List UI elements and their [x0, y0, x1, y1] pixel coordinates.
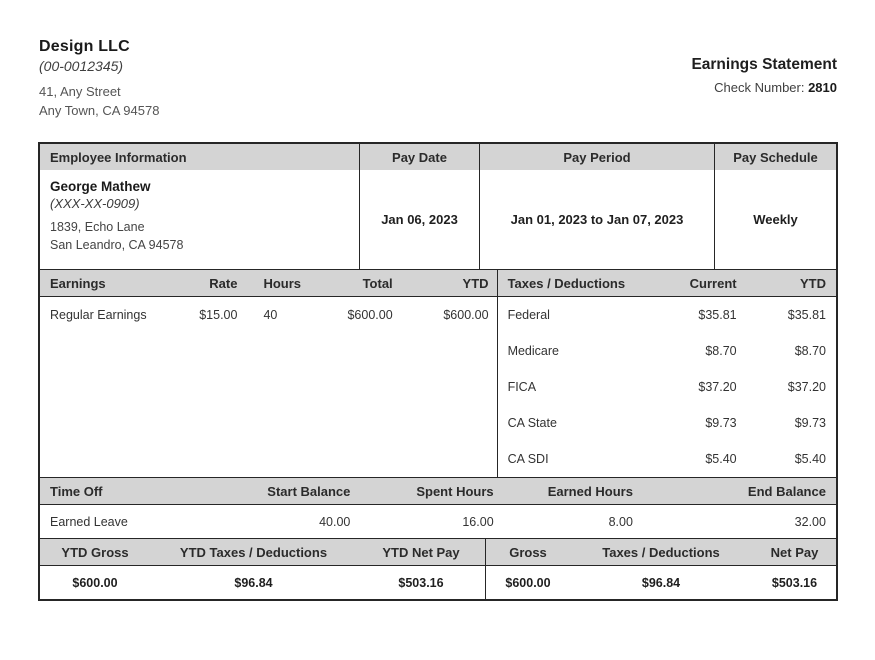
- tax-row: Medicare $8.70 $8.70: [498, 333, 836, 369]
- pay-schedule-value: Weekly: [714, 170, 836, 269]
- current-col-header: Current: [650, 276, 745, 291]
- earnings-row-ytd: $600.00: [401, 308, 497, 322]
- tax-row-ytd: $8.70: [745, 344, 836, 358]
- company-address-line1: 41, Any Street: [39, 83, 159, 102]
- earnings-row-name: Regular Earnings: [40, 308, 154, 322]
- earnings-taxes-section: Earnings Rate Hours Total YTD Regular Ea…: [40, 269, 836, 477]
- company-ein: (00-0012345): [39, 58, 159, 74]
- end-balance-col-header: End Balance: [641, 484, 836, 499]
- timeoff-col-header: Time Off: [40, 484, 199, 499]
- earnings-row-rate: $15.00: [154, 308, 245, 322]
- pay-period-header: Pay Period: [479, 144, 714, 170]
- summary-values-row: $600.00 $96.84 $503.16 $600.00 $96.84 $5…: [40, 565, 836, 599]
- company-name: Design LLC: [39, 38, 159, 56]
- taxes-deductions-value: $96.84: [570, 576, 752, 590]
- summary-header-row: YTD Gross YTD Taxes / Deductions YTD Net…: [40, 538, 836, 565]
- check-number-value: 2810: [808, 80, 837, 95]
- taxes-deductions-header: Taxes / Deductions: [570, 545, 752, 560]
- earnings-col-header: Earnings: [40, 276, 154, 291]
- employee-address: 1839, Echo Lane San Leandro, CA 94578: [50, 219, 183, 254]
- timeoff-row-earned: 8.00: [502, 515, 641, 529]
- tax-row-name: Medicare: [498, 344, 650, 358]
- earned-hours-col-header: Earned Hours: [502, 484, 641, 499]
- tax-row: CA SDI $5.40 $5.40: [498, 441, 836, 477]
- tax-row: Federal $35.81 $35.81: [498, 297, 836, 333]
- check-number-line: Check Number: 2810: [691, 80, 837, 95]
- tax-row-name: CA State: [498, 416, 650, 430]
- tax-row-ytd: $5.40: [745, 452, 836, 466]
- tax-row: CA State $9.73 $9.73: [498, 405, 836, 441]
- rate-col-header: Rate: [154, 276, 245, 291]
- tax-row-name: FICA: [498, 380, 650, 394]
- tax-row: FICA $37.20 $37.20: [498, 369, 836, 405]
- earnings-row-total: $600.00: [323, 308, 401, 322]
- statement-title: Earnings Statement: [691, 56, 837, 74]
- ytd-gross-header: YTD Gross: [40, 545, 150, 560]
- earnings-row-hours: 40: [245, 308, 323, 322]
- employee-address-line2: San Leandro, CA 94578: [50, 237, 183, 255]
- employee-ssn: (XXX-XX-0909): [50, 196, 140, 211]
- tax-row-current: $5.40: [650, 452, 745, 466]
- pay-date-value: Jan 06, 2023: [359, 170, 479, 269]
- start-balance-col-header: Start Balance: [199, 484, 358, 499]
- check-number-label: Check Number:: [714, 80, 808, 95]
- timeoff-row-name: Earned Leave: [40, 515, 199, 529]
- employee-information-header: Employee Information: [40, 144, 359, 170]
- timeoff-row-start: 40.00: [199, 515, 358, 529]
- pay-period-value: Jan 01, 2023 to Jan 07, 2023: [479, 170, 714, 269]
- earnings-pane: Earnings Rate Hours Total YTD Regular Ea…: [40, 270, 497, 477]
- earnings-header-row: Earnings Rate Hours Total YTD: [40, 270, 497, 297]
- ytd-taxes-header: YTD Taxes / Deductions: [150, 545, 357, 560]
- earnings-ytd-col-header: YTD: [401, 276, 497, 291]
- paystub-table: Employee Information Pay Date Pay Period…: [38, 142, 838, 601]
- netpay-header: Net Pay: [752, 545, 837, 560]
- tax-row-current: $8.70: [650, 344, 745, 358]
- gross-header: Gross: [485, 539, 570, 565]
- tax-row-current: $37.20: [650, 380, 745, 394]
- earnings-row: Regular Earnings $15.00 40 $600.00 $600.…: [40, 297, 497, 333]
- pay-date-header: Pay Date: [359, 144, 479, 170]
- ytd-gross-value: $600.00: [40, 576, 150, 590]
- tax-row-ytd: $9.73: [745, 416, 836, 430]
- info-body-row: George Mathew (XXX-XX-0909) 1839, Echo L…: [40, 170, 836, 269]
- taxes-col-header: Taxes / Deductions: [498, 276, 650, 291]
- tax-row-current: $9.73: [650, 416, 745, 430]
- company-block: Design LLC (00-0012345) 41, Any Street A…: [39, 38, 159, 121]
- gross-value: $600.00: [485, 566, 570, 599]
- tax-row-current: $35.81: [650, 308, 745, 322]
- earnings-body: Regular Earnings $15.00 40 $600.00 $600.…: [40, 297, 497, 477]
- timeoff-row-spent: 16.00: [358, 515, 501, 529]
- info-header-row: Employee Information Pay Date Pay Period…: [40, 144, 836, 170]
- taxes-ytd-col-header: YTD: [745, 276, 836, 291]
- timeoff-row-end: 32.00: [641, 515, 836, 529]
- tax-row-name: CA SDI: [498, 452, 650, 466]
- ytd-netpay-value: $503.16: [357, 576, 485, 590]
- employee-address-line1: 1839, Echo Lane: [50, 219, 183, 237]
- company-address-line2: Any Town, CA 94578: [39, 102, 159, 121]
- hours-col-header: Hours: [245, 276, 323, 291]
- timeoff-header-row: Time Off Start Balance Spent Hours Earne…: [40, 477, 836, 504]
- company-address: 41, Any Street Any Town, CA 94578: [39, 83, 159, 121]
- ytd-taxes-value: $96.84: [150, 576, 357, 590]
- employee-name: George Mathew: [50, 179, 151, 194]
- statement-block: Earnings Statement Check Number: 2810: [691, 56, 837, 95]
- tax-row-ytd: $37.20: [745, 380, 836, 394]
- employee-details: George Mathew (XXX-XX-0909) 1839, Echo L…: [40, 170, 359, 269]
- earnings-statement-page: { "theme": { "header_gray": "#d4d4d4", "…: [0, 0, 875, 660]
- total-col-header: Total: [323, 276, 401, 291]
- pay-schedule-header: Pay Schedule: [714, 144, 836, 170]
- taxes-pane: Taxes / Deductions Current YTD Federal $…: [497, 270, 836, 477]
- tax-row-name: Federal: [498, 308, 650, 322]
- spent-hours-col-header: Spent Hours: [358, 484, 501, 499]
- timeoff-row: Earned Leave 40.00 16.00 8.00 32.00: [40, 504, 836, 538]
- ytd-netpay-header: YTD Net Pay: [357, 545, 485, 560]
- taxes-body: Federal $35.81 $35.81 Medicare $8.70 $8.…: [498, 297, 836, 477]
- tax-row-ytd: $35.81: [745, 308, 836, 322]
- taxes-header-row: Taxes / Deductions Current YTD: [498, 270, 836, 297]
- netpay-value: $503.16: [752, 576, 837, 590]
